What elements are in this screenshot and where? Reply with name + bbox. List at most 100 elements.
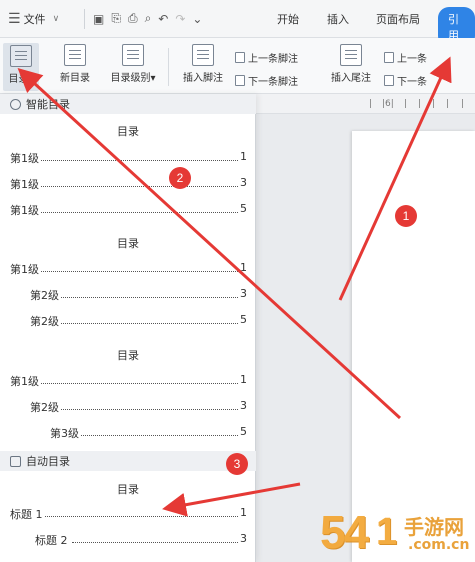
document-page[interactable]: [352, 131, 475, 562]
watermark-digits: 54: [320, 506, 369, 558]
toc-button-label: 目录: [8, 74, 29, 85]
customize-icon[interactable]: ⌄: [192, 12, 202, 26]
toc-entry-page: 1: [240, 506, 247, 519]
next-endnote-button[interactable]: 下一条: [384, 73, 427, 88]
next-footnote-button[interactable]: 下一条脚注: [235, 73, 298, 88]
insert-footnote-button[interactable]: 插入脚注: [176, 44, 230, 84]
step-badge-3: 3: [226, 453, 248, 475]
watermark-glyph: 1: [376, 511, 397, 553]
ruler-mark: |: [418, 99, 422, 109]
toc-entry-label: 第1级: [10, 150, 41, 166]
ruler-mark: |: [432, 99, 436, 109]
toc-template-title: 目录: [117, 349, 139, 362]
update-toc-button[interactable]: 新目录: [52, 44, 98, 84]
toc-entry-page: 5: [240, 425, 247, 438]
toc-level-icon: [122, 44, 144, 66]
watermark-text: 手游网: [404, 515, 464, 539]
toc-level-button[interactable]: 目录级别▾: [104, 44, 162, 84]
quick-access-toolbar: ▣ ⎘ ⎙ ⌕ ↶ ↷ ⌄: [89, 11, 202, 26]
toc-dropdown-panel: 智能目录 目录 第1级 1 第1级 3 第1级 5 目录 第1级 1 第2级 3…: [0, 94, 256, 562]
ruler-mark: |: [461, 99, 465, 109]
print-preview-icon[interactable]: ⌕: [145, 11, 152, 26]
save-icon[interactable]: ▣: [93, 12, 104, 26]
prev-footnote-label: 上一条脚注: [248, 54, 298, 65]
toc-entry-page: 1: [240, 261, 247, 274]
site-watermark: 54 1 手游网 .com.cn: [320, 505, 475, 562]
redo-icon[interactable]: ↷: [175, 12, 185, 26]
ruler-mark: |6|: [382, 99, 394, 109]
toc-entry-label: 第1级: [10, 202, 41, 218]
prev-endnote-button[interactable]: 上一条: [384, 50, 427, 65]
file-menu[interactable]: ☰ 文件 ∨: [0, 11, 80, 27]
prev-footnote-button[interactable]: 上一条脚注: [235, 50, 298, 65]
tab-page-layout[interactable]: 页面布局: [376, 11, 420, 27]
insert-endnote-button[interactable]: 插入尾注: [325, 44, 377, 84]
divider: [84, 8, 85, 29]
toc-template-entry[interactable]: 第2级 3: [0, 287, 256, 303]
toc-template-entry[interactable]: 第1级 1: [0, 373, 256, 389]
ribbon: 目录▾ 新目录 目录级别▾ 插入脚注 上一条脚注 下一条脚注 插入尾注 上一条 …: [0, 38, 475, 94]
prev-endnote-icon: [384, 52, 394, 63]
toc-entry-label: 第1级: [10, 373, 41, 389]
toc-entry-label: 第3级: [50, 425, 81, 441]
prev-footnote-icon: [235, 52, 245, 63]
refresh-toc-icon: [64, 44, 86, 66]
smart-toc-label: 智能目录: [26, 98, 70, 111]
ruler-mark: |: [404, 99, 408, 109]
toc-entry-page: 3: [240, 176, 247, 189]
undo-icon[interactable]: ↶: [158, 12, 168, 26]
toc-template-entry[interactable]: 第1级 1: [0, 150, 256, 166]
menu-bar: ☰ 文件 ∨ ▣ ⎘ ⎙ ⌕ ↶ ↷ ⌄ 开始 插入 页面布局 引用: [0, 0, 475, 47]
chevron-down-icon: ∨: [52, 13, 60, 24]
auto-toc-entry[interactable]: 标题 1 1: [0, 506, 256, 522]
ruler: | |6| | | | | |: [256, 94, 475, 114]
dropdown-arrow-icon: ▾: [28, 74, 34, 85]
ruler-mark: |: [446, 99, 450, 109]
update-toc-label: 新目录: [60, 73, 90, 84]
tab-insert[interactable]: 插入: [327, 11, 349, 27]
endnote-icon: [340, 44, 362, 66]
toc-template-title: 目录: [117, 237, 139, 250]
step-badge-1: 1: [395, 205, 417, 227]
ruler-mark: |: [369, 99, 373, 109]
auto-toc-icon: [10, 455, 21, 467]
print-icon[interactable]: ⎙: [128, 11, 138, 26]
ribbon-divider: [168, 48, 169, 86]
next-endnote-label: 下一条: [397, 77, 427, 88]
tab-home[interactable]: 开始: [277, 11, 299, 27]
toc-entry-page: 3: [240, 287, 247, 300]
auto-toc-title: 目录: [117, 483, 139, 496]
toc-entry-page: 1: [240, 373, 247, 386]
auto-toc-header: 自动目录: [0, 451, 256, 471]
next-endnote-icon: [384, 75, 394, 86]
toc-entry-label: 第2级: [30, 313, 61, 329]
toc-template-entry[interactable]: 第3级 5: [0, 425, 256, 441]
toc-template-entry[interactable]: 第2级 5: [0, 313, 256, 329]
toc-entry-label: 第1级: [10, 261, 41, 277]
toc-entry-label: 第2级: [30, 287, 61, 303]
export-icon[interactable]: ⎘: [111, 11, 121, 26]
toc-button[interactable]: 目录▾: [3, 43, 39, 91]
toc-template-entry[interactable]: 第1级 5: [0, 202, 256, 218]
toc-entry-label: 标题 1: [10, 506, 45, 522]
auto-toc-entry[interactable]: 标题 2 3: [0, 532, 256, 548]
toc-template-title: 目录: [117, 125, 139, 138]
toc-entry-page: 5: [240, 202, 247, 215]
toc-level-label: 目录级别: [110, 73, 151, 84]
toc-entry-label: 标题 2: [35, 532, 70, 548]
insert-endnote-label: 插入尾注: [331, 73, 371, 84]
insert-footnote-label: 插入脚注: [183, 73, 223, 84]
watermark-domain: .com.cn: [408, 537, 470, 553]
toc-template-entry[interactable]: 第2级 3: [0, 399, 256, 415]
prev-endnote-label: 上一条: [397, 54, 427, 65]
file-menu-label: 文件: [23, 12, 46, 26]
toc-entry-page: 3: [240, 399, 247, 412]
toc-icon: [10, 45, 32, 67]
dropdown-arrow-icon: ▾: [150, 73, 156, 84]
toc-template-entry[interactable]: 第1级 1: [0, 261, 256, 277]
next-footnote-icon: [235, 75, 245, 86]
toc-template-entry[interactable]: 第1级 3: [0, 176, 256, 192]
toc-entry-page: 3: [240, 532, 247, 545]
auto-toc-label: 自动目录: [26, 455, 70, 468]
toc-entry-page: 1: [240, 150, 247, 163]
